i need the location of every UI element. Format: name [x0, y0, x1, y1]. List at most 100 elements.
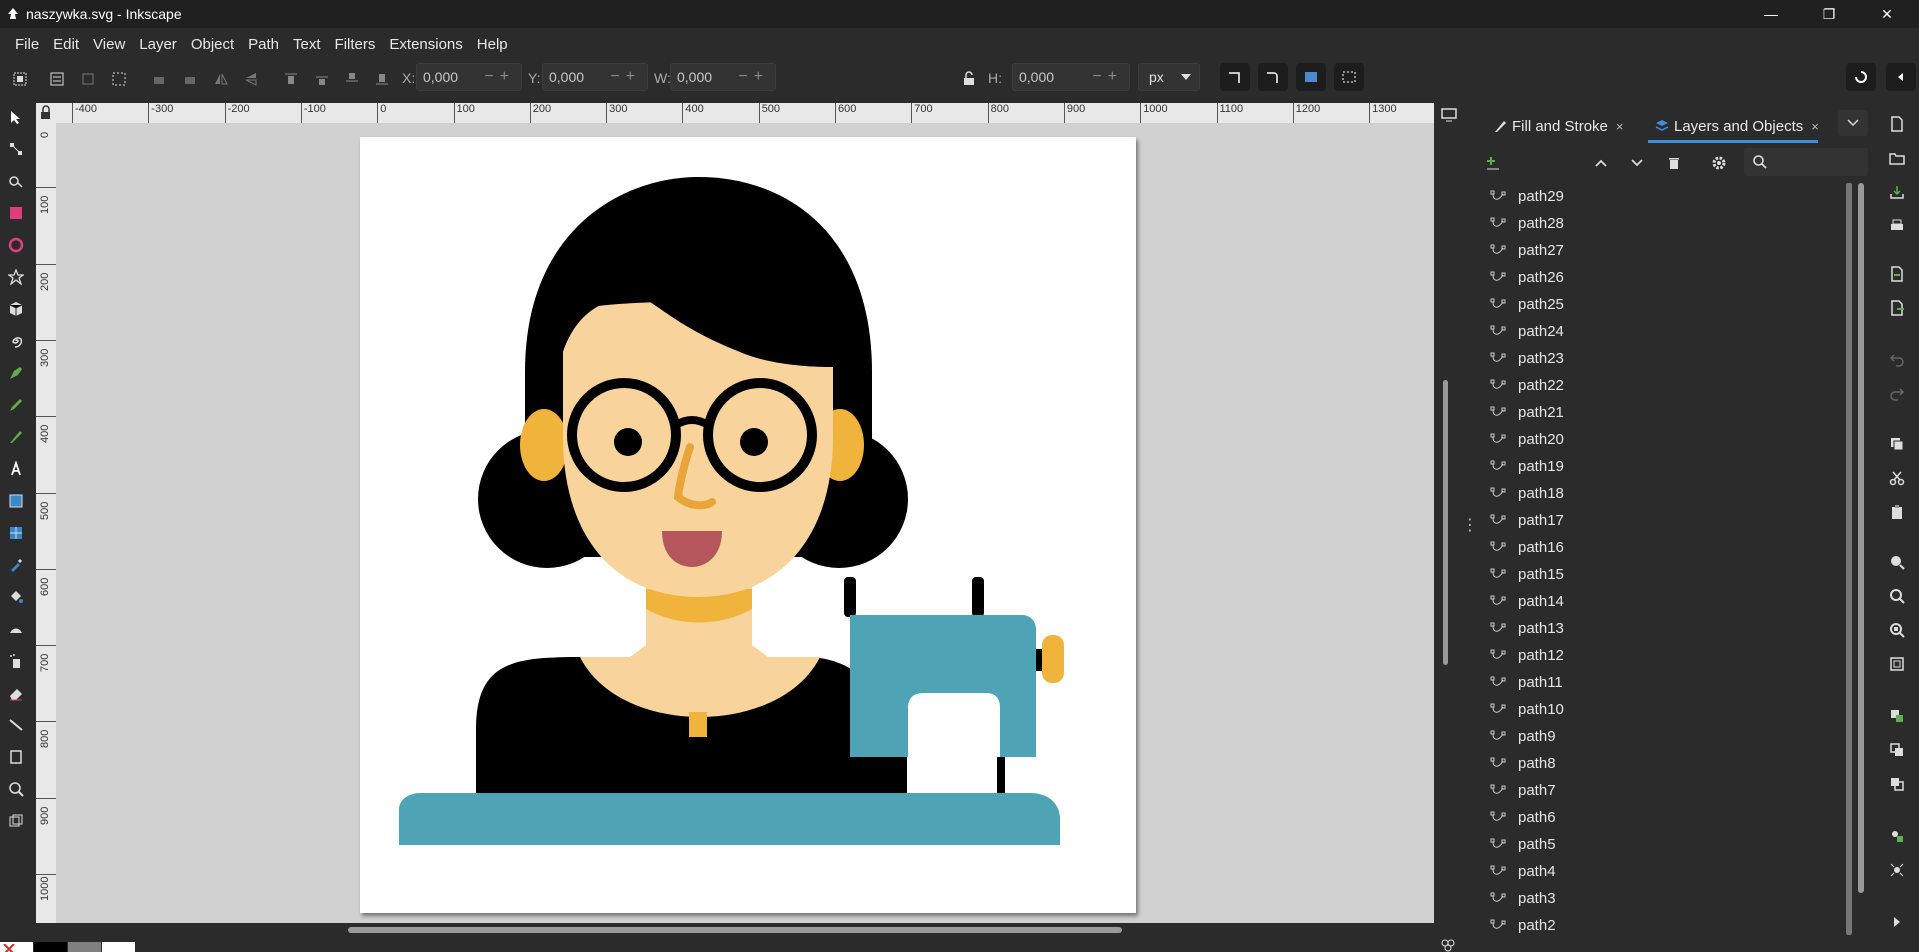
objects-search-field[interactable]: [1744, 148, 1868, 176]
list-item[interactable]: path14: [1474, 588, 1858, 615]
unit-select[interactable]: px: [1138, 63, 1200, 91]
rotate-ccw-button[interactable]: [148, 68, 170, 90]
gradient-tool[interactable]: [6, 491, 26, 511]
group-button[interactable]: [1886, 825, 1908, 847]
zoom-tool[interactable]: [6, 779, 26, 799]
zoom-page-button[interactable]: [1886, 619, 1908, 641]
raise-to-top-button[interactable]: [280, 68, 302, 90]
raise-button[interactable]: [311, 68, 333, 90]
tab-layers-and-objects[interactable]: Layers and Objects ×: [1654, 112, 1819, 140]
list-item[interactable]: path12: [1474, 642, 1858, 669]
copy-button[interactable]: [1886, 433, 1908, 455]
more-commands-button[interactable]: [1886, 911, 1908, 933]
text-tool[interactable]: [6, 459, 26, 479]
list-item[interactable]: path20: [1474, 426, 1858, 453]
menu-filters[interactable]: Filters: [328, 36, 383, 53]
list-item[interactable]: path27: [1474, 237, 1858, 264]
tweak-paint-tool[interactable]: [6, 619, 26, 639]
swatch-black[interactable]: [34, 942, 67, 952]
menu-file[interactable]: File: [8, 36, 46, 53]
close-icon[interactable]: ×: [1811, 119, 1819, 134]
flip-horizontal-button[interactable]: [210, 68, 232, 90]
dropper-tool[interactable]: [6, 555, 26, 575]
list-item[interactable]: path10: [1474, 696, 1858, 723]
eraser-tool[interactable]: [6, 683, 26, 703]
menu-object[interactable]: Object: [184, 36, 241, 53]
ellipse-tool[interactable]: [6, 235, 26, 255]
display-mode-button[interactable]: [1438, 104, 1460, 126]
x-stepper-icon[interactable]: −+: [484, 64, 515, 90]
horizontal-ruler[interactable]: -400 -300 -200 -100 0 100 200 300 400 500 600 700 80…: [54, 103, 1434, 123]
mesh-tool[interactable]: [6, 523, 26, 543]
print-button[interactable]: [1886, 215, 1908, 237]
import-button[interactable]: [1886, 263, 1908, 285]
snap-toggle-button[interactable]: [1846, 63, 1876, 91]
y-stepper-icon[interactable]: −+: [610, 64, 641, 90]
touch-select-button[interactable]: [108, 68, 130, 90]
document-page[interactable]: [360, 137, 1136, 913]
menu-help[interactable]: Help: [470, 36, 515, 53]
list-item[interactable]: path23: [1474, 345, 1858, 372]
clone-button[interactable]: [1886, 739, 1908, 761]
node-tool[interactable]: [6, 139, 26, 159]
objects-list-scrollbar[interactable]: [1858, 183, 1866, 935]
settings-button[interactable]: [1710, 154, 1728, 172]
objects-list-scroll-thumb[interactable]: [1858, 183, 1864, 893]
rectangle-tool[interactable]: [6, 203, 26, 223]
list-item[interactable]: path29: [1474, 183, 1858, 210]
transform-gradients-button[interactable]: [1296, 63, 1326, 91]
unlink-clone-button[interactable]: [1886, 773, 1908, 795]
list-item[interactable]: path2: [1474, 912, 1858, 935]
list-item[interactable]: path22: [1474, 372, 1858, 399]
list-item[interactable]: path25: [1474, 291, 1858, 318]
star-tool[interactable]: [6, 267, 26, 287]
flip-vertical-button[interactable]: [240, 68, 262, 90]
paste-button[interactable]: [1886, 501, 1908, 523]
menu-edit[interactable]: Edit: [46, 36, 86, 53]
swatch-white[interactable]: [102, 942, 135, 952]
close-window-button[interactable]: ✕: [1858, 0, 1916, 28]
vertical-ruler[interactable]: 0 100 200 300 400 500 600 700 800 900 1000: [36, 123, 56, 923]
ruler-corner[interactable]: [36, 103, 56, 123]
select-all-layers-button[interactable]: [46, 68, 68, 90]
ungroup-button[interactable]: [1886, 859, 1908, 881]
save-button[interactable]: [1886, 181, 1908, 203]
cut-button[interactable]: [1886, 467, 1908, 489]
no-paint-swatch[interactable]: [0, 942, 33, 952]
delete-button[interactable]: [1665, 154, 1683, 172]
paint-bucket-tool[interactable]: [6, 587, 26, 607]
lock-proportions-button[interactable]: [958, 68, 980, 90]
new-document-button[interactable]: [1886, 113, 1908, 135]
minimize-button[interactable]: —: [1742, 0, 1800, 28]
list-item[interactable]: path16: [1474, 534, 1858, 561]
list-item[interactable]: path28: [1474, 210, 1858, 237]
list-item[interactable]: path13: [1474, 615, 1858, 642]
list-item[interactable]: path8: [1474, 750, 1858, 777]
list-item[interactable]: path3: [1474, 885, 1858, 912]
pages-tool[interactable]: [6, 747, 26, 767]
panel-menu-button[interactable]: [1838, 110, 1868, 136]
menu-view[interactable]: View: [86, 36, 132, 53]
illustration[interactable]: [360, 137, 1136, 913]
menu-path[interactable]: Path: [241, 36, 286, 53]
list-item[interactable]: path24: [1474, 318, 1858, 345]
y-field[interactable]: 0,000 −+: [542, 63, 648, 91]
3d-box-tool[interactable]: [6, 299, 26, 319]
list-item[interactable]: path9: [1474, 723, 1858, 750]
zoom-drawing-button[interactable]: [1886, 585, 1908, 607]
redo-button[interactable]: [1886, 383, 1908, 405]
list-item[interactable]: path18: [1474, 480, 1858, 507]
zoom-fit-button[interactable]: [1886, 653, 1908, 675]
scale-corners-button[interactable]: [1258, 63, 1288, 91]
export-button[interactable]: [1886, 297, 1908, 319]
vertical-scroll-thumb[interactable]: [1443, 380, 1448, 665]
deselect-button[interactable]: [77, 68, 99, 90]
move-up-button[interactable]: [1592, 154, 1610, 172]
zoom-selection-button[interactable]: [1886, 551, 1908, 573]
list-item[interactable]: path26: [1474, 264, 1858, 291]
list-item[interactable]: path21: [1474, 399, 1858, 426]
tab-fill-and-stroke[interactable]: Fill and Stroke ×: [1492, 112, 1623, 140]
pen-tool[interactable]: [6, 363, 26, 383]
pencil-tool[interactable]: [6, 395, 26, 415]
list-item[interactable]: path17: [1474, 507, 1858, 534]
